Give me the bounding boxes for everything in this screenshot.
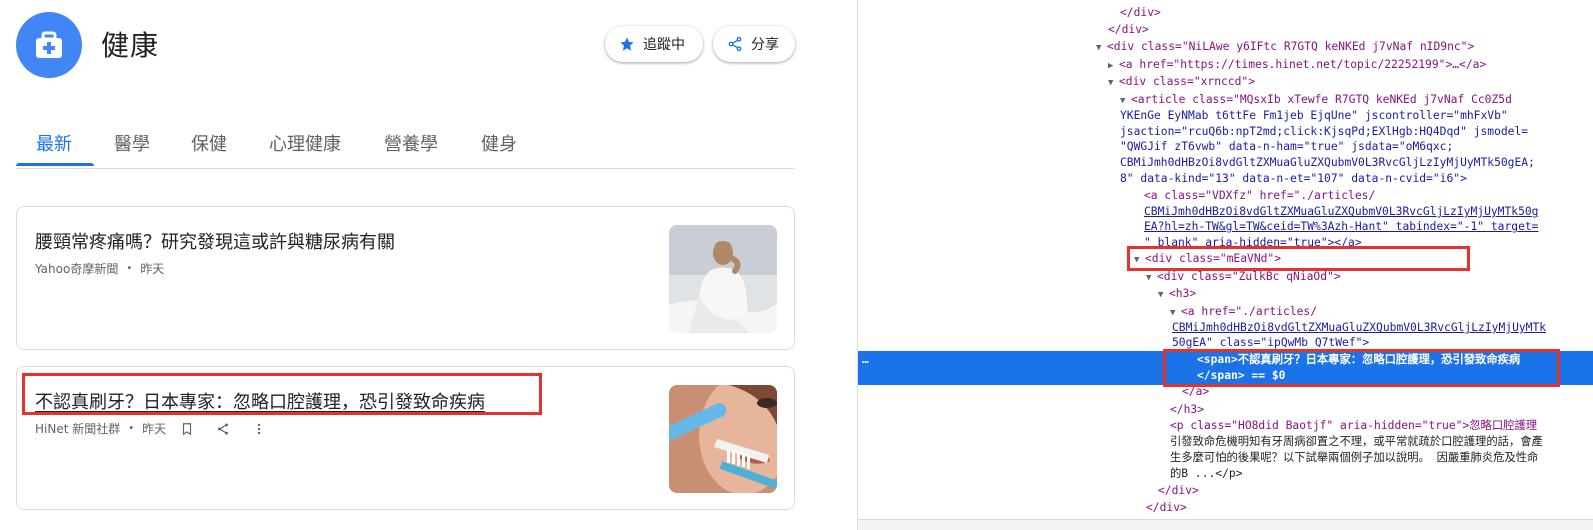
devtools-elements-panel: … </div> </div> ▼ <div class="NiLAwe y6IF… xyxy=(858,0,1593,530)
tab-medicine[interactable]: 醫學 xyxy=(114,130,150,156)
dom-line[interactable]: "QWGJif zT6vwb" data-n-ham="true" jsdata… xyxy=(1120,139,1453,155)
dom-line[interactable]: CBMiJmh0dHBzOi8vdGltZXMuaGluZXQubmV0L3Rv… xyxy=(1172,320,1546,336)
dom-line[interactable]: 8" data-kind="13" data-n-et="107" data-n… xyxy=(1120,171,1467,187)
dom-line[interactable]: ▼ <div class="ZulkBc qNiaOd"> xyxy=(1146,269,1341,285)
collapse-triangle-icon[interactable]: ▼ xyxy=(1158,287,1169,303)
collapse-triangle-icon[interactable]: ▼ xyxy=(1170,305,1181,321)
article-thumbnail[interactable] xyxy=(669,385,777,493)
selected-node[interactable]: <span>不認真刷牙？日本專家：忽略口腔護理，恐引發致命疾病 </span> … xyxy=(858,351,1593,385)
meta-separator: • xyxy=(128,423,135,434)
horizontal-scrollbar[interactable] xyxy=(858,519,1593,530)
dom-line[interactable]: ▼ <div class="xrnccd"> xyxy=(1108,74,1255,90)
dom-line-selected[interactable]: </span> == $0 xyxy=(1197,368,1285,384)
news-topic-page: 健康 追蹤中 分享 最新 醫學 保健 心理健康 營養學 健身 腰頸常疼痛嗎？研究… xyxy=(0,0,857,530)
share-button[interactable]: 分享 xyxy=(713,26,795,62)
dom-line[interactable]: CBMiJmh0dHBzOi8vdGltZXMuaGluZXQubmV0L3Rv… xyxy=(1144,204,1538,220)
dom-line[interactable]: ▼ <article class="MQsxIb xTewfe R7GTQ keN… xyxy=(1120,92,1512,108)
article-card[interactable]: 不認真刷牙？日本專家：忽略口腔護理，恐引發致命疾病 HiNet 新聞社群 • 昨… xyxy=(16,366,795,510)
dom-line[interactable]: YKEnGe EyNMab t6ttFe Fm1jeb EjqUne" jsco… xyxy=(1120,108,1508,124)
article-source[interactable]: HiNet 新聞社群 xyxy=(35,420,120,437)
dom-line[interactable]: ▼ <div class="mEaVNd"> xyxy=(1134,251,1281,267)
collapse-triangle-icon[interactable]: ▼ xyxy=(1146,270,1157,286)
dom-line-selected[interactable]: <span>不認真刷牙？日本專家：忽略口腔護理，恐引發致命疾病 xyxy=(1197,352,1520,368)
dom-line[interactable]: EA?hl=zh-TW&gl=TW&ceid=TW%3Azh-Hant" tab… xyxy=(1144,219,1538,235)
collapse-triangle-icon[interactable]: ▼ xyxy=(1120,93,1131,109)
dom-line[interactable]: </div> xyxy=(1158,483,1199,499)
article-meta: Yahoo奇摩新聞 • 昨天 xyxy=(35,260,164,277)
dom-line[interactable]: 生多麼可怕的後果呢？以下試舉兩個例子加以說明。 因嚴重肺炎危及性命 xyxy=(1170,450,1538,466)
bookmark-icon[interactable] xyxy=(180,422,194,436)
medical-kit-icon xyxy=(16,12,82,78)
article-card[interactable]: 腰頸常疼痛嗎？研究發現這或許與糖尿病有關 Yahoo奇摩新聞 • 昨天 xyxy=(16,206,795,350)
collapse-triangle-icon[interactable]: ▼ xyxy=(1108,75,1119,91)
page-title: 健康 xyxy=(101,29,160,62)
article-time: 昨天 xyxy=(140,262,165,276)
dom-line[interactable]: <a class="VDXfz" href="./articles/ xyxy=(1144,188,1375,204)
dom-line[interactable]: ▼ <h3> xyxy=(1158,286,1196,302)
share-icon xyxy=(728,36,742,52)
share-label: 分享 xyxy=(751,37,779,53)
dom-line[interactable]: "_blank" aria-hidden="true"></a> xyxy=(1144,235,1362,251)
dom-line[interactable]: </div> xyxy=(1120,5,1161,21)
dom-line[interactable]: </div> xyxy=(1108,22,1149,38)
topic-tabs: 最新 醫學 保健 心理健康 營養學 健身 xyxy=(16,118,795,169)
article-source[interactable]: Yahoo奇摩新聞 xyxy=(35,260,118,277)
dom-line[interactable]: 的B ...</p> xyxy=(1170,466,1243,482)
active-tab-indicator xyxy=(16,163,94,166)
tab-mental-health[interactable]: 心理健康 xyxy=(269,130,341,156)
collapse-triangle-icon[interactable]: ▼ xyxy=(1134,252,1145,268)
article-time: 昨天 xyxy=(142,422,167,436)
article-thumbnail[interactable] xyxy=(669,225,777,333)
follow-label: 追蹤中 xyxy=(643,37,685,53)
article-meta: HiNet 新聞社群 • 昨天 xyxy=(35,420,266,437)
follow-button[interactable]: 追蹤中 xyxy=(605,26,703,62)
dom-line[interactable]: <p class="HO8did Baotjf" aria-hidden="tr… xyxy=(1170,418,1537,434)
dom-line[interactable]: </h3> xyxy=(1170,402,1204,418)
dom-line[interactable]: jsaction="rcuQ6b:npT2md;click:KjsqPd;EXl… xyxy=(1120,124,1528,140)
dom-line[interactable]: ▼ <div class="NiLAwe y6IFtc R7GTQ keNKEd … xyxy=(1096,39,1474,55)
expand-triangle-icon[interactable]: ▶ xyxy=(1108,58,1119,74)
star-icon xyxy=(620,37,634,51)
dom-line[interactable]: 引發致命危機明知有牙周病卻置之不理，或平常就疏於口腔護理的話，會產 xyxy=(1170,434,1543,450)
dom-line[interactable]: CBMiJmh0dHBzOi8vdGltZXMuaGluZXQubmV0L3Rv… xyxy=(1120,155,1535,171)
dom-line[interactable]: ▼ <a href="./articles/ xyxy=(1170,304,1317,320)
collapse-triangle-icon[interactable]: ▼ xyxy=(1096,40,1107,56)
share-icon[interactable] xyxy=(216,422,230,436)
meta-separator: • xyxy=(126,263,133,274)
tab-nutrition[interactable]: 營養學 xyxy=(384,130,438,156)
dom-line[interactable]: ▶ <a href="https://times.hinet.net/topic/… xyxy=(1108,57,1486,73)
tab-fitness[interactable]: 健身 xyxy=(481,130,517,156)
article-headline[interactable]: 腰頸常疼痛嗎？研究發現這或許與糖尿病有關 xyxy=(35,228,395,254)
dom-line[interactable]: </div> xyxy=(1146,500,1187,516)
more-options-icon[interactable] xyxy=(252,422,266,436)
dom-line[interactable]: </a> xyxy=(1182,384,1209,400)
article-headline[interactable]: 不認真刷牙？日本專家：忽略口腔護理，恐引發致命疾病 xyxy=(35,388,485,414)
dom-line[interactable]: 50gEA" class="ipQwMb Q7tWef"> xyxy=(1172,335,1369,351)
tab-wellness[interactable]: 保健 xyxy=(191,130,227,156)
tab-latest[interactable]: 最新 xyxy=(36,130,72,156)
